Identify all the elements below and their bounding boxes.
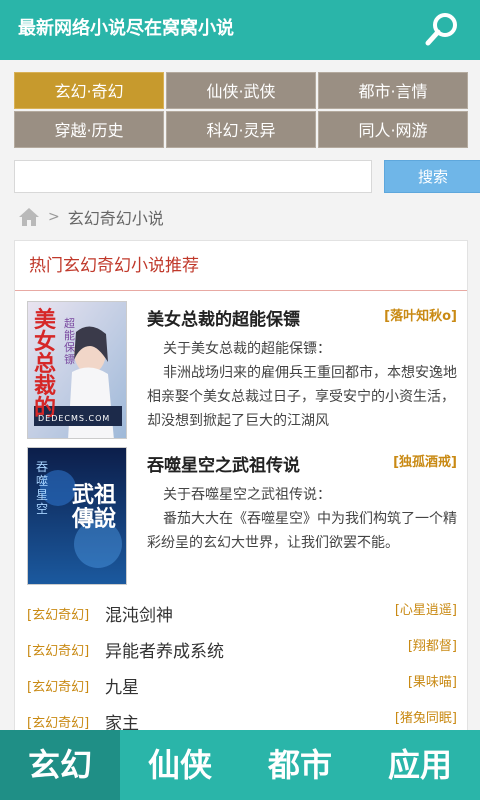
search-icon[interactable]	[424, 10, 462, 48]
breadcrumb: > 玄幻奇幻小说	[18, 205, 164, 229]
book-description: 关于吞噬星空之武祖传说： 番茄大大在《吞噬星空》中为我们构筑了一个精彩纷呈的玄幻…	[147, 483, 457, 555]
book-author[interactable]: [落叶知秋o]	[384, 305, 457, 324]
category-dushi[interactable]: 都市·言情	[318, 72, 468, 109]
list-item-title[interactable]: 混沌剑神	[105, 601, 173, 626]
description-body: 番茄大大在《吞噬星空》中为我们构筑了一个精彩纷呈的玄幻大世界，让我们欲罢不能。	[147, 511, 457, 551]
tab-apps[interactable]: 应用	[360, 730, 480, 800]
list-item-title[interactable]: 九星	[105, 673, 139, 698]
category-xuanhuan[interactable]: 玄幻·奇幻	[14, 72, 164, 109]
cover-title: 美女总裁的	[34, 308, 57, 421]
category-tongren[interactable]: 同人·网游	[318, 111, 468, 148]
list-item-tag[interactable]: [玄幻奇幻]	[27, 640, 89, 659]
tab-xuanhuan[interactable]: 玄幻	[0, 730, 120, 800]
search-button[interactable]: 搜索	[384, 160, 480, 193]
breadcrumb-current: 玄幻奇幻小说	[67, 209, 164, 228]
list-item-tag[interactable]: [玄幻奇幻]	[27, 712, 89, 731]
list-item-author[interactable]: [猪兔同眠]	[395, 707, 457, 726]
app-title: 最新网络小说尽在窝窝小说	[18, 18, 234, 39]
description-body: 非洲战场归来的雇佣兵王重回都市，本想安逸地相亲娶个美女总裁过日子，享受安宁的小资…	[147, 365, 457, 429]
tab-xianxia[interactable]: 仙侠	[120, 730, 240, 800]
bottom-tab-bar: 玄幻 仙侠 都市 应用	[0, 730, 480, 800]
recommend-panel: 热门玄幻奇幻小说推荐 美女总裁的 超能保镖 DEDECMS.COM 美女总裁的超…	[14, 240, 468, 740]
description-lead: 关于美女总裁的超能保镖：	[163, 341, 331, 357]
book-title[interactable]: 吞噬星空之武祖传说	[147, 451, 300, 476]
list-item-tag[interactable]: [玄幻奇幻]	[27, 676, 89, 695]
book-author[interactable]: [独孤酒戒]	[393, 451, 457, 470]
cover-title: 武祖傳說	[72, 483, 117, 532]
list-item-author[interactable]: [心星逍遥]	[395, 599, 457, 618]
app-header: 最新网络小说尽在窝窝小说	[0, 0, 480, 60]
list-item[interactable]: [玄幻奇幻] 混沌剑神 [心星逍遥]	[27, 595, 457, 631]
category-chuanyue[interactable]: 穿越·历史	[14, 111, 164, 148]
book-title[interactable]: 美女总裁的超能保镖	[147, 305, 300, 330]
list-item-author[interactable]: [果味喵]	[408, 671, 457, 690]
cover-site: DEDECMS.COM	[38, 414, 111, 423]
cover-subtitle: 超能保镖	[64, 317, 75, 366]
book-cover[interactable]: 吞噬星空 武祖傳說	[27, 447, 127, 585]
category-kehuan[interactable]: 科幻·灵异	[166, 111, 316, 148]
book-description: 关于美女总裁的超能保镖： 非洲战场归来的雇佣兵王重回都市，本想安逸地相亲娶个美女…	[147, 337, 457, 433]
tab-dushi[interactable]: 都市	[240, 730, 360, 800]
search-bar: 搜索	[14, 160, 480, 193]
list-item-title[interactable]: 异能者养成系统	[105, 637, 224, 662]
book-list: [玄幻奇幻] 混沌剑神 [心星逍遥] [玄幻奇幻] 异能者养成系统 [翔都督] …	[27, 595, 457, 739]
breadcrumb-separator: >	[48, 209, 60, 225]
list-item[interactable]: [玄幻奇幻] 九星 [果味喵]	[27, 667, 457, 703]
search-input[interactable]	[14, 160, 372, 193]
category-xianxia[interactable]: 仙侠·武侠	[166, 72, 316, 109]
book-cover[interactable]: 美女总裁的 超能保镖 DEDECMS.COM	[27, 301, 127, 439]
description-lead: 关于吞噬星空之武祖传说：	[163, 487, 331, 503]
section-title: 热门玄幻奇幻小说推荐	[15, 241, 467, 291]
list-item-author[interactable]: [翔都督]	[408, 635, 457, 654]
list-item-tag[interactable]: [玄幻奇幻]	[27, 604, 89, 623]
list-item[interactable]: [玄幻奇幻] 异能者养成系统 [翔都督]	[27, 631, 457, 667]
category-grid: 玄幻·奇幻 仙侠·武侠 都市·言情 穿越·历史 科幻·灵异 同人·网游	[14, 72, 468, 148]
home-icon[interactable]	[18, 207, 40, 227]
cover-subtitle: 吞噬星空	[36, 460, 49, 516]
